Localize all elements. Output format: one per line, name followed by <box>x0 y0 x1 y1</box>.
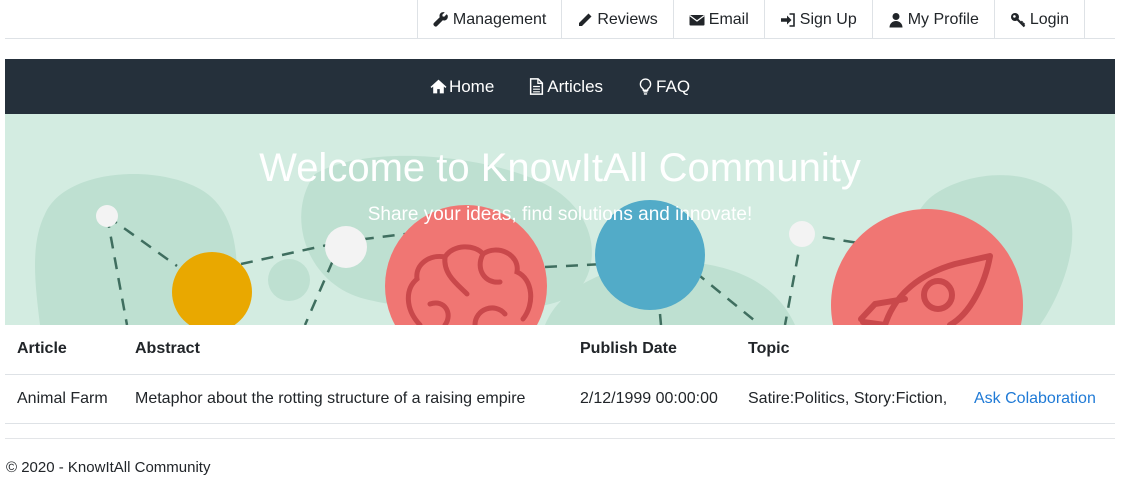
footer-copyright: © 2020 - KnowItAll Community <box>6 459 211 476</box>
nav-item-label: FAQ <box>656 76 691 96</box>
table-header-row: Article Abstract Publish Date Topic <box>5 325 1115 375</box>
cell-abstract: Metaphor about the rotting structure of … <box>123 374 568 424</box>
nav-item-home[interactable]: Home <box>430 77 494 97</box>
column-header-topic: Topic <box>736 325 962 375</box>
column-header-abstract: Abstract <box>123 325 568 375</box>
top-utility-nav-items: Management Reviews Email Sign Up My Prof… <box>416 0 1085 39</box>
wrench-icon <box>433 11 449 28</box>
nav-item-reviews[interactable]: Reviews <box>561 0 672 39</box>
cell-article: Animal Farm <box>5 374 123 424</box>
nav-item-label: Sign Up <box>799 10 857 28</box>
column-header-action <box>962 325 1115 375</box>
nav-item-label: Management <box>452 10 547 28</box>
hero-banner: Welcome to KnowItAll Community Share you… <box>5 114 1115 325</box>
hero-title: Welcome to KnowItAll Community <box>259 146 861 190</box>
lightbulb-icon <box>637 78 654 95</box>
cell-topic: Satire:Politics, Story:Fiction, <box>736 374 962 424</box>
sign-in-icon <box>780 12 796 28</box>
nav-item-label: Reviews <box>597 10 658 28</box>
nav-item-my-profile[interactable]: My Profile <box>871 0 994 39</box>
nav-item-faq[interactable]: FAQ <box>637 77 690 97</box>
nav-item-label: Email <box>708 10 749 28</box>
nav-item-label: Login <box>1029 10 1069 28</box>
articles-table: Article Abstract Publish Date Topic Anim… <box>5 325 1115 424</box>
hero-subtitle: Share your ideas, find solutions and inn… <box>367 204 753 225</box>
ask-colaboration-link[interactable]: Ask Colaboration <box>974 390 1096 407</box>
nav-item-label: My Profile <box>907 10 979 28</box>
nav-item-sign-up[interactable]: Sign Up <box>763 0 872 39</box>
column-header-publish-date: Publish Date <box>568 325 736 375</box>
nav-item-management[interactable]: Management <box>416 0 561 39</box>
envelope-icon <box>689 12 705 28</box>
main-navbar: Home Articles FAQ <box>5 59 1115 114</box>
top-utility-nav: Management Reviews Email Sign Up My Prof… <box>5 0 1115 39</box>
nav-item-label: Articles <box>547 76 604 96</box>
nav-item-articles[interactable]: Articles <box>528 77 603 97</box>
file-text-icon <box>528 78 545 95</box>
user-icon <box>888 12 904 28</box>
nav-item-email[interactable]: Email <box>672 0 764 39</box>
footer-divider <box>5 438 1115 439</box>
nav-item-login[interactable]: Login <box>993 0 1085 39</box>
column-header-article: Article <box>5 325 123 375</box>
key-icon <box>1010 12 1026 28</box>
nav-item-label: Home <box>448 76 495 96</box>
table-row: Animal Farm Metaphor about the rotting s… <box>5 374 1115 424</box>
cell-action: Ask Colaboration <box>962 374 1115 424</box>
home-icon <box>430 78 447 95</box>
pencil-icon <box>577 12 593 28</box>
cell-publish-date: 2/12/1999 00:00:00 <box>568 374 736 424</box>
